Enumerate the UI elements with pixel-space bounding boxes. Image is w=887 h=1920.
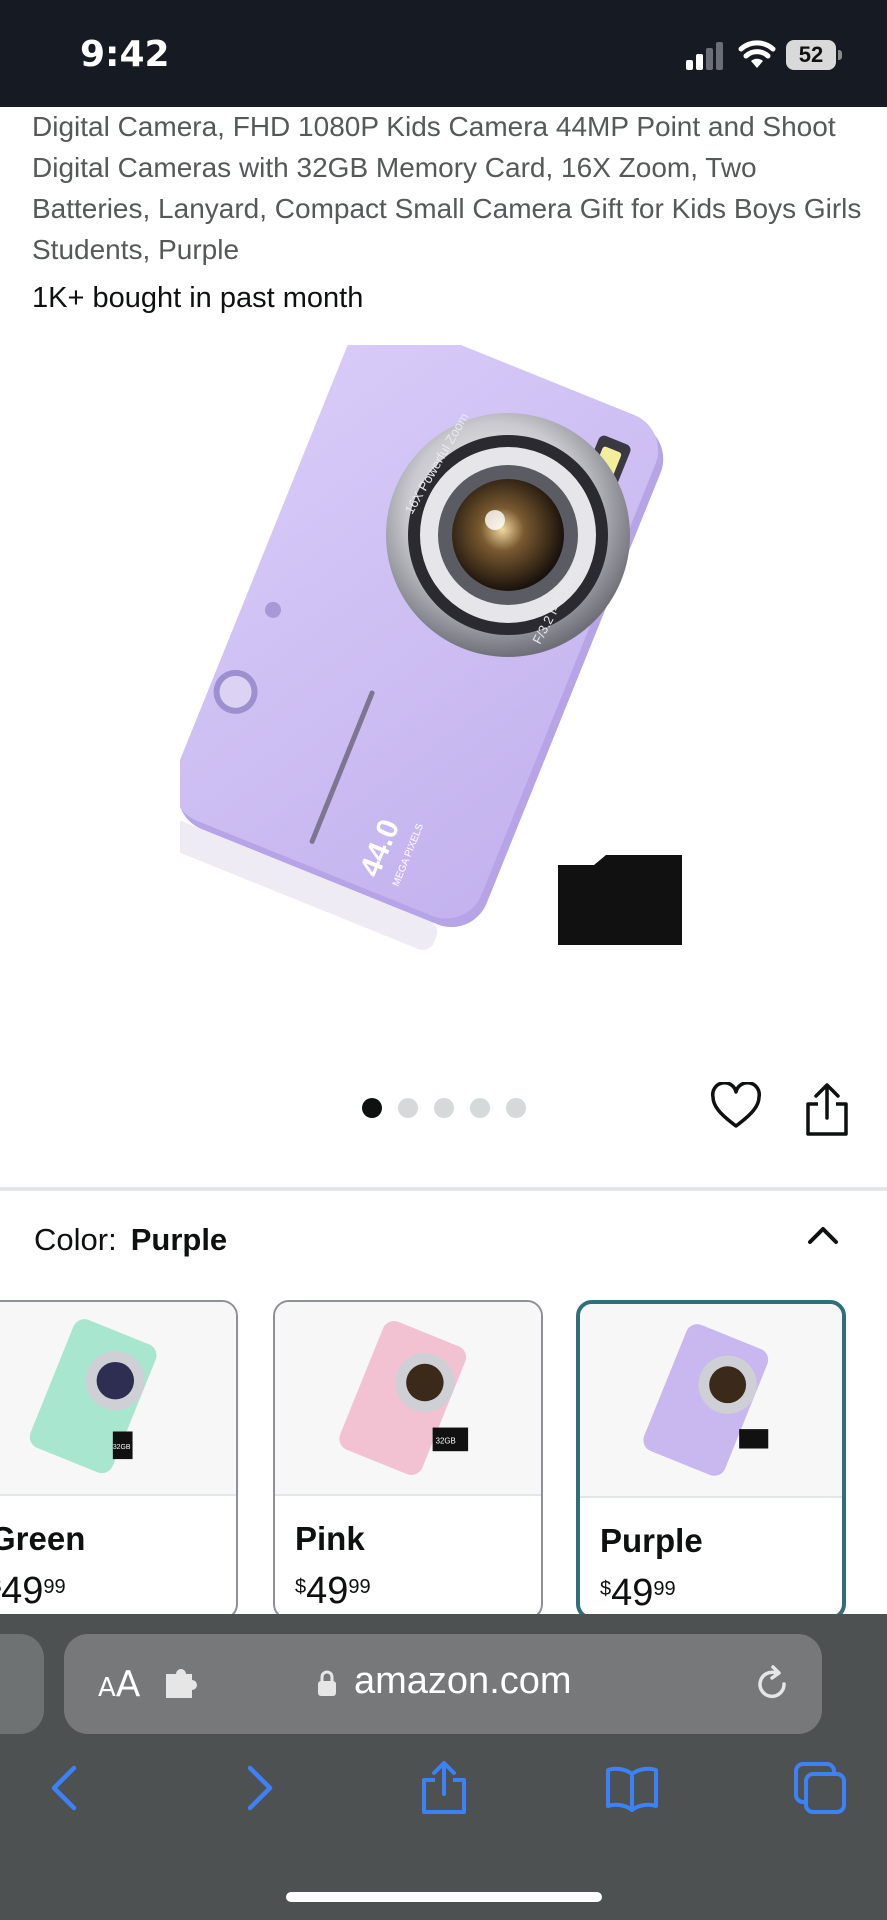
- color-selector-header[interactable]: Color: Purple: [34, 1222, 227, 1258]
- color-option-name: Purple: [600, 1522, 703, 1559]
- browser-toolbar: AA amazon.com: [0, 1614, 887, 1920]
- share-icon[interactable]: [802, 1082, 852, 1138]
- extension-icon[interactable]: [162, 1666, 200, 1702]
- text-size-button[interactable]: AA: [98, 1664, 140, 1705]
- memory-card: [558, 855, 682, 945]
- home-indicator[interactable]: [286, 1892, 602, 1902]
- battery-indicator: 52: [786, 40, 844, 70]
- carousel-dot[interactable]: [398, 1098, 418, 1118]
- status-time: 9:42: [80, 34, 170, 75]
- product-title[interactable]: Digital Camera, FHD 1080P Kids Camera 44…: [32, 106, 862, 270]
- carousel-dot[interactable]: [506, 1098, 526, 1118]
- lock-icon: [318, 1670, 336, 1696]
- section-divider: [0, 1187, 887, 1191]
- color-label: Color:: [34, 1222, 117, 1257]
- battery-level: 52: [786, 40, 836, 70]
- color-value: Purple: [130, 1222, 228, 1257]
- reload-icon[interactable]: [752, 1664, 792, 1704]
- color-option-price: $4999: [0, 1570, 66, 1612]
- color-option-name: Green: [0, 1520, 86, 1557]
- carousel-dot[interactable]: [470, 1098, 490, 1118]
- color-option-image: [580, 1304, 842, 1498]
- color-option-green[interactable]: 32GB Green $4999: [0, 1300, 238, 1620]
- color-option-pink[interactable]: 32GB Pink $4999: [273, 1300, 543, 1620]
- url-text[interactable]: amazon.com: [354, 1660, 572, 1703]
- bought-count: 1K+ bought in past month: [32, 282, 364, 314]
- color-option-price: $4999: [600, 1572, 676, 1614]
- status-bar: 9:42 52: [0, 0, 887, 107]
- previous-tab-peek[interactable]: [0, 1634, 44, 1734]
- color-option-name: Pink: [295, 1520, 365, 1557]
- swatch-card-label: 32GB: [436, 1436, 456, 1445]
- carousel-dot[interactable]: [362, 1098, 382, 1118]
- carousel-dot[interactable]: [434, 1098, 454, 1118]
- back-icon[interactable]: [38, 1760, 94, 1816]
- wifi-icon: [738, 40, 776, 68]
- cellular-signal-icon: [686, 42, 723, 70]
- address-bar[interactable]: AA amazon.com: [64, 1634, 822, 1734]
- product-image[interactable]: 44.0 MEGA PIXELS 16X Powerful Zoom F/3.2…: [180, 345, 700, 1015]
- color-option-image: 32GB: [275, 1302, 541, 1496]
- image-carousel-dots[interactable]: [360, 1098, 540, 1120]
- bookmarks-icon[interactable]: [604, 1760, 660, 1816]
- color-option-image: 32GB: [0, 1302, 236, 1496]
- chevron-up-icon[interactable]: [806, 1222, 840, 1248]
- share-sheet-icon[interactable]: [416, 1760, 472, 1816]
- heart-icon[interactable]: [710, 1082, 762, 1130]
- color-option-purple[interactable]: Purple $4999: [576, 1300, 846, 1620]
- tabs-icon[interactable]: [792, 1760, 848, 1816]
- color-option-price: $4999: [295, 1570, 371, 1612]
- swatch-card-label: 32GB: [113, 1444, 131, 1451]
- battery-tip: [838, 50, 842, 60]
- forward-icon[interactable]: [230, 1760, 286, 1816]
